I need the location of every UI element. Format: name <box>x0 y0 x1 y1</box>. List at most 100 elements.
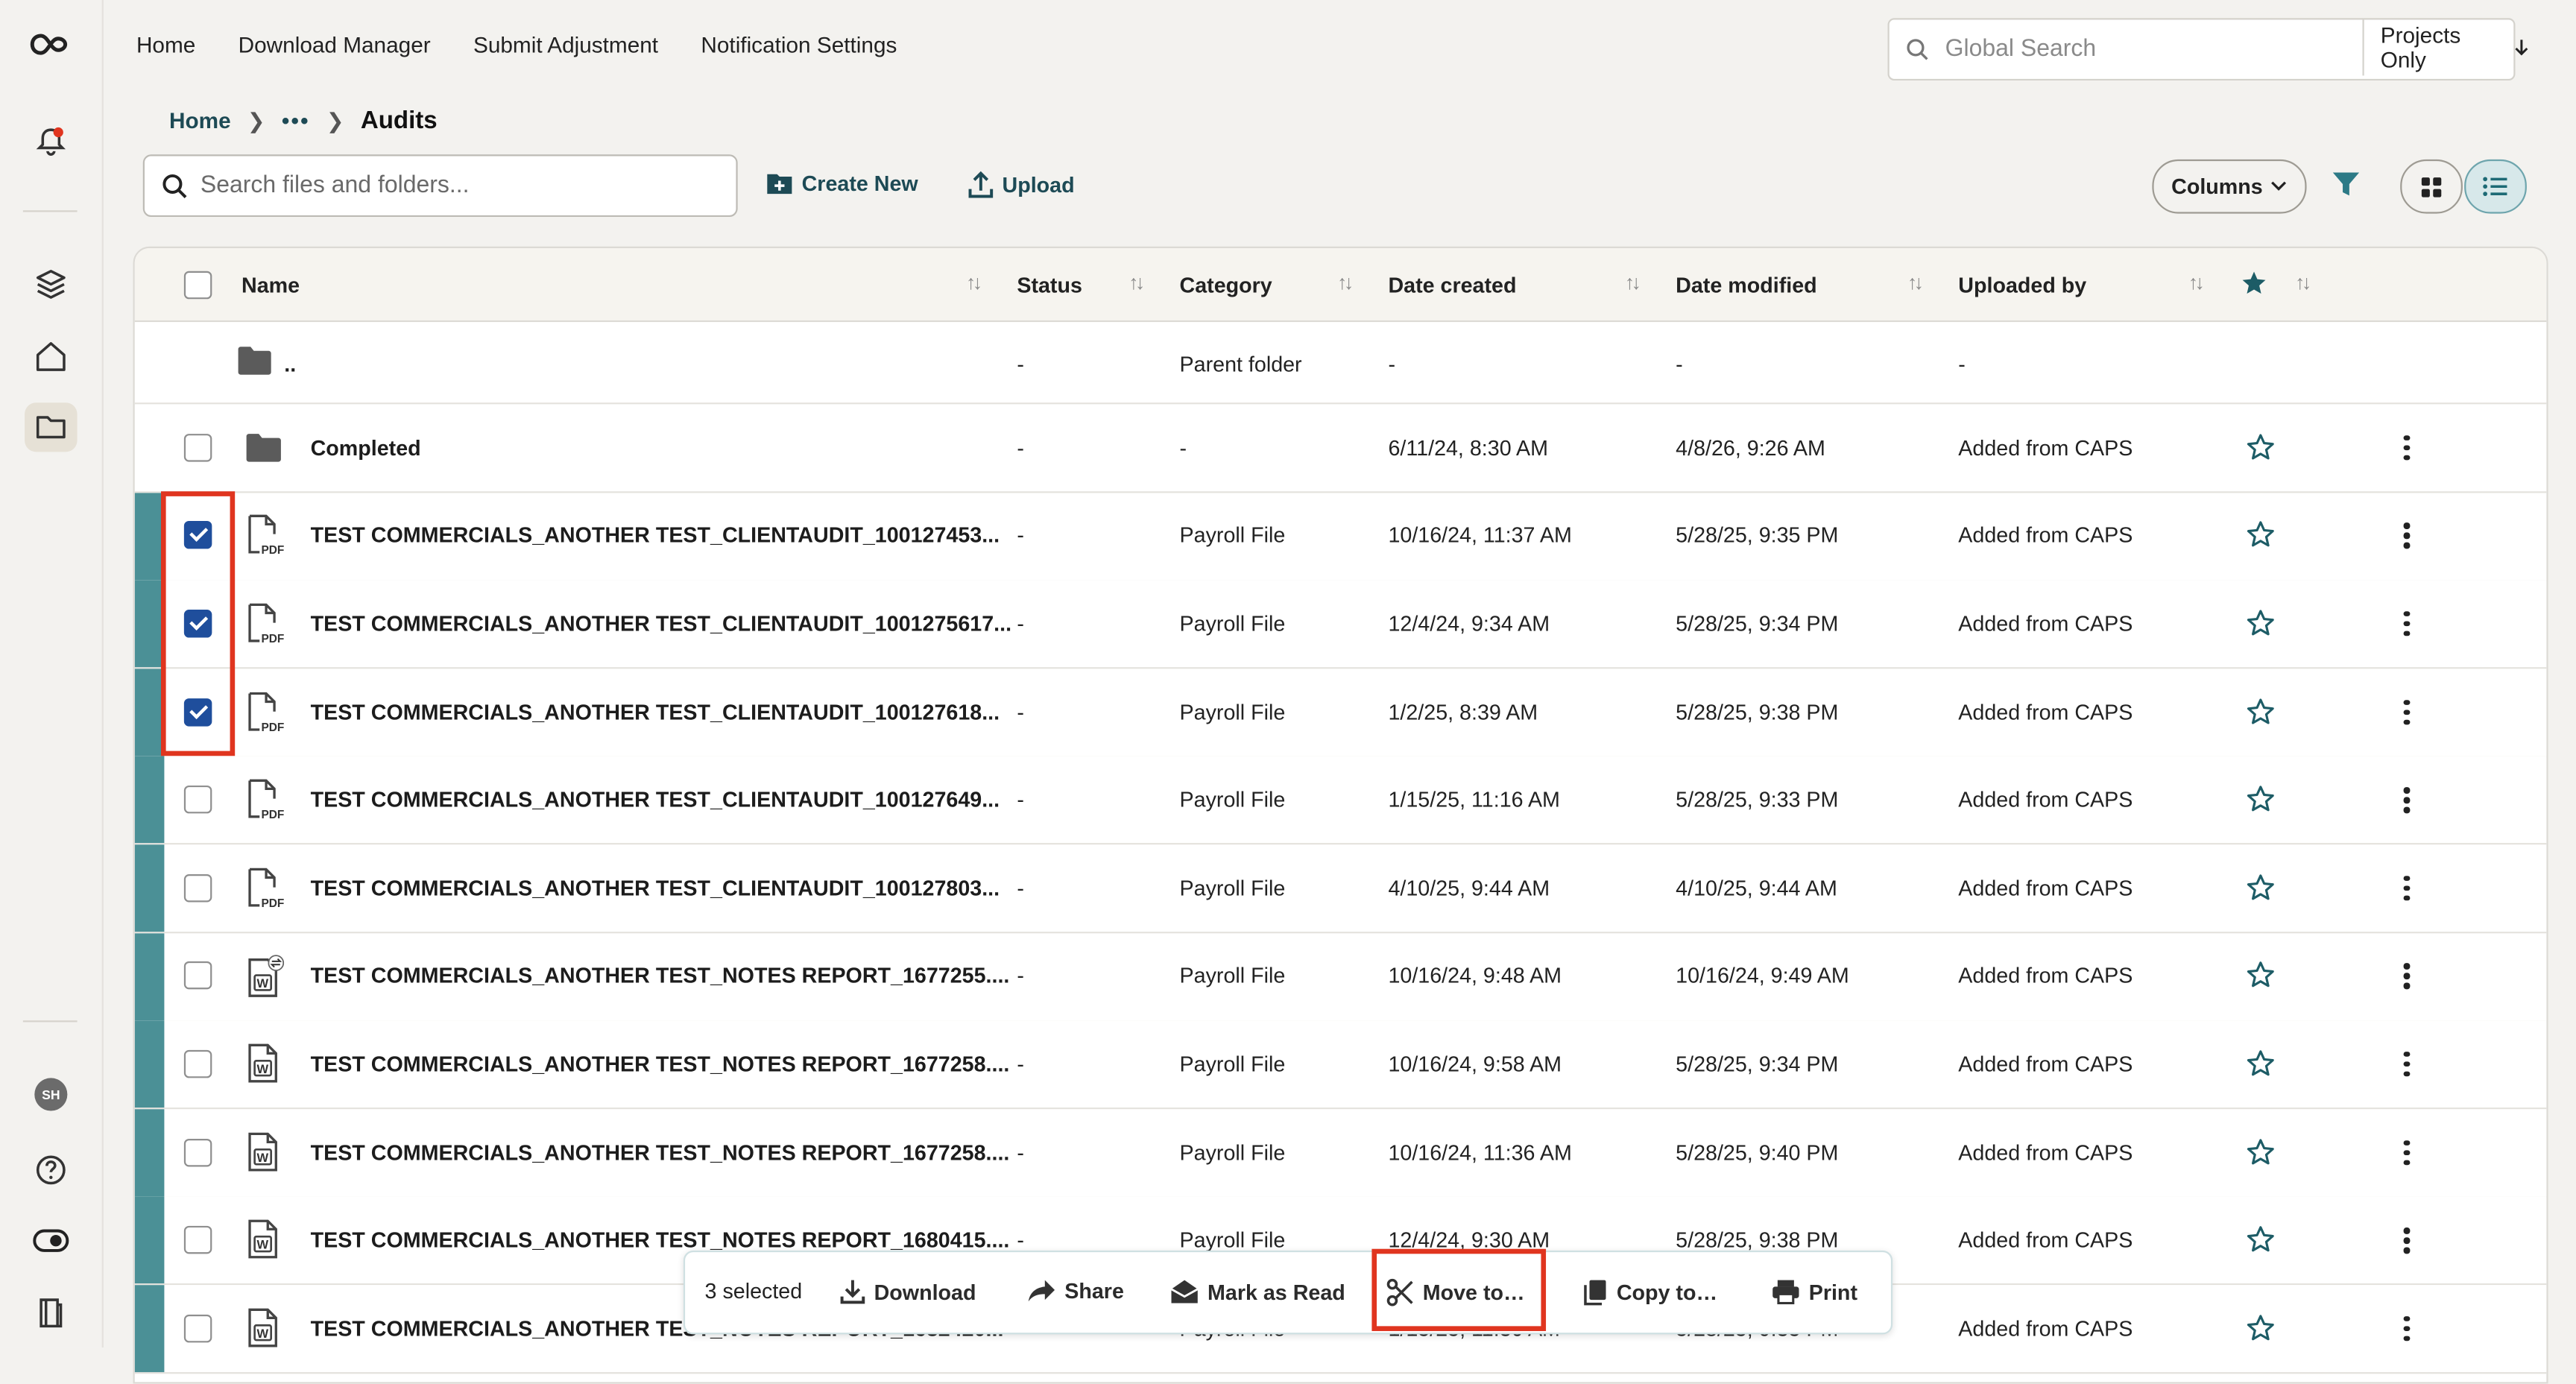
checkbox-highlight <box>161 491 236 756</box>
row-checkbox[interactable] <box>183 433 212 462</box>
file-date-created: 10/16/24, 11:37 AM <box>1388 523 1572 549</box>
kebab-menu-icon[interactable] <box>2399 699 2415 725</box>
row-checkbox[interactable] <box>183 873 212 903</box>
star-outline-icon[interactable] <box>2246 1225 2276 1263</box>
kebab-menu-icon[interactable] <box>2399 1315 2415 1342</box>
upload-button[interactable]: Upload <box>967 171 1075 198</box>
sort-icon[interactable]: ↑↓ <box>1907 271 1924 294</box>
star-filled-icon[interactable] <box>2241 270 2267 296</box>
row-indicator-bar <box>134 1285 165 1373</box>
avatar[interactable]: SH <box>28 1072 74 1118</box>
table-row[interactable]: Completed - - 6/11/24, 8:30 AM 4/8/26, 9:26 … <box>134 404 2547 493</box>
sort-icon[interactable]: ↑↓ <box>2295 271 2311 294</box>
table-row[interactable]: W TEST COMMERCIALS_ANOTHER TEST_NOTES REP… <box>134 1108 2547 1198</box>
search-icon <box>1906 38 1929 61</box>
columns-button[interactable]: Columns <box>2152 159 2307 214</box>
kebab-menu-icon[interactable] <box>2399 1140 2415 1166</box>
header-category[interactable]: Category <box>1180 273 1272 297</box>
book-icon[interactable] <box>28 1290 74 1336</box>
table-row[interactable]: PDF TEST COMMERCIALS_ANOTHER TEST_CLIENTA… <box>134 844 2547 934</box>
star-outline-icon[interactable] <box>2246 520 2276 558</box>
create-new-button[interactable]: Create New <box>765 171 918 195</box>
help-icon[interactable] <box>28 1147 74 1193</box>
layers-icon[interactable] <box>28 262 74 308</box>
global-search-input[interactable] <box>1942 34 2352 64</box>
kebab-menu-icon[interactable] <box>2399 435 2415 461</box>
file-name[interactable]: TEST COMMERCIALS_ANOTHER TEST_CLIENTAUDI… <box>311 523 1000 548</box>
nav-submit-adjustment[interactable]: Submit Adjustment <box>473 33 658 57</box>
nav-home[interactable]: Home <box>136 33 195 57</box>
header-uploaded-by[interactable]: Uploaded by <box>1958 273 2086 297</box>
nav-notification-settings[interactable]: Notification Settings <box>701 33 897 57</box>
star-outline-icon[interactable] <box>2246 1312 2276 1350</box>
file-name[interactable]: TEST COMMERCIALS_ANOTHER TEST_CLIENTAUDI… <box>311 611 1011 636</box>
header-name[interactable]: Name <box>242 273 300 297</box>
star-outline-icon[interactable] <box>2246 961 2276 999</box>
kebab-menu-icon[interactable] <box>2399 963 2415 990</box>
sort-icon[interactable]: ↑↓ <box>1128 271 1145 294</box>
row-checkbox[interactable] <box>183 961 212 990</box>
table-row[interactable]: PDF TEST COMMERCIALS_ANOTHER TEST_CLIENTA… <box>134 492 2547 581</box>
table-row[interactable]: PDF TEST COMMERCIALS_ANOTHER TEST_CLIENTA… <box>134 580 2547 669</box>
sort-icon[interactable]: ↑↓ <box>1337 271 1354 294</box>
table-row[interactable]: PDF TEST COMMERCIALS_ANOTHER TEST_CLIENTA… <box>134 668 2547 758</box>
bell-icon[interactable] <box>28 119 74 165</box>
select-all-checkbox[interactable] <box>183 271 212 300</box>
nav-download-manager[interactable]: Download Manager <box>239 33 431 57</box>
search-scope-select[interactable]: Projects Only <box>2362 19 2530 76</box>
star-outline-icon[interactable] <box>2246 872 2276 910</box>
kebab-menu-icon[interactable] <box>2399 1227 2415 1254</box>
row-checkbox[interactable] <box>183 1226 212 1254</box>
star-outline-icon[interactable] <box>2246 432 2276 470</box>
kebab-menu-icon[interactable] <box>2399 611 2415 637</box>
file-name[interactable]: TEST COMMERCIALS_ANOTHER TEST_CLIENTAUDI… <box>311 699 1000 724</box>
file-name[interactable]: TEST COMMERCIALS_ANOTHER TEST_NOTES REPO… <box>311 1227 1010 1252</box>
parent-folder-row[interactable]: .. - Parent folder - - - <box>134 322 2547 405</box>
sort-icon[interactable]: ↑↓ <box>2188 271 2205 294</box>
grid-view-button[interactable] <box>2400 159 2463 214</box>
file-date-modified: 5/28/25, 9:40 PM <box>1676 1140 1839 1165</box>
kebab-menu-icon[interactable] <box>2399 523 2415 549</box>
header-date-modified[interactable]: Date modified <box>1676 273 1816 297</box>
table-row[interactable]: PDF TEST COMMERCIALS_ANOTHER TEST_CLIENTA… <box>134 756 2547 846</box>
home-icon[interactable] <box>28 334 74 380</box>
mark-read-button[interactable]: Mark as Read <box>1169 1278 1345 1304</box>
copy-to-button[interactable]: Copy to… <box>1582 1278 1717 1306</box>
list-view-button[interactable] <box>2464 159 2527 214</box>
kebab-menu-icon[interactable] <box>2399 1052 2415 1078</box>
kebab-menu-icon[interactable] <box>2399 787 2415 813</box>
star-outline-icon[interactable] <box>2246 1049 2276 1087</box>
download-button[interactable]: Download <box>839 1278 976 1304</box>
file-name[interactable]: TEST COMMERCIALS_ANOTHER TEST_NOTES REPO… <box>311 964 1010 988</box>
file-search-input[interactable] <box>197 171 730 200</box>
logo-icon[interactable] <box>28 22 74 68</box>
print-button[interactable]: Print <box>1771 1278 1857 1305</box>
row-checkbox[interactable] <box>183 1138 212 1166</box>
breadcrumb-home[interactable]: Home <box>169 109 231 133</box>
table-row[interactable]: W TEST COMMERCIALS_ANOTHER TEST_NOTES REP… <box>134 1020 2547 1110</box>
table-row[interactable]: W TEST COMMERCIALS_ANOTHER TEST_NOTES REP… <box>134 932 2547 1022</box>
row-checkbox[interactable] <box>183 786 212 814</box>
file-name[interactable]: TEST COMMERCIALS_ANOTHER TEST_CLIENTAUDI… <box>311 876 1000 900</box>
file-name[interactable]: TEST COMMERCIALS_ANOTHER TEST_CLIENTAUDI… <box>311 788 1000 812</box>
file-name[interactable]: TEST COMMERCIALS_ANOTHER TEST_NOTES REPO… <box>311 1140 1010 1164</box>
file-date-modified: 5/28/25, 9:34 PM <box>1676 611 1839 636</box>
share-button[interactable]: Share <box>1027 1278 1124 1303</box>
toggle-icon[interactable] <box>28 1218 74 1264</box>
star-outline-icon[interactable] <box>2246 784 2276 822</box>
breadcrumb-ellipsis[interactable]: ••• <box>282 109 310 133</box>
sort-icon[interactable]: ↑↓ <box>1625 271 1641 294</box>
row-checkbox[interactable] <box>183 1049 212 1078</box>
filter-button[interactable] <box>2332 171 2361 207</box>
star-outline-icon[interactable] <box>2246 1137 2276 1175</box>
folder-icon[interactable] <box>25 402 78 452</box>
star-outline-icon[interactable] <box>2246 696 2276 734</box>
header-date-created[interactable]: Date created <box>1388 273 1516 297</box>
kebab-menu-icon[interactable] <box>2399 875 2415 901</box>
star-outline-icon[interactable] <box>2246 608 2276 646</box>
file-name[interactable]: TEST COMMERCIALS_ANOTHER TEST_NOTES REPO… <box>311 1052 1010 1076</box>
row-checkbox[interactable] <box>183 1314 212 1342</box>
file-name[interactable]: Completed <box>311 435 421 460</box>
header-status[interactable]: Status <box>1017 273 1082 297</box>
sort-icon[interactable]: ↑↓ <box>966 271 982 294</box>
